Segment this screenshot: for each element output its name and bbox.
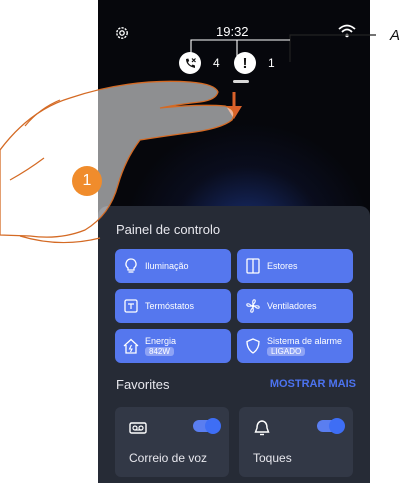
missed-call-icon [179, 52, 201, 74]
step-badge: 1 [72, 166, 102, 196]
control-panel-title: Painel de controlo [116, 222, 221, 237]
energy-button[interactable]: Energia 842W [115, 329, 231, 363]
energy-label: Energia [145, 336, 177, 346]
missed-calls-notification[interactable]: 4 [179, 52, 220, 74]
device-screen: 19:32 4 ! 1 Painel de controlo Iluminaçã… [98, 0, 370, 483]
pull-down-handle[interactable] [233, 80, 249, 83]
gear-icon[interactable] [114, 25, 130, 41]
shield-icon [245, 338, 261, 354]
arrow-down-icon [226, 92, 242, 119]
alarm-system-status: LIGADO [267, 347, 306, 356]
bulb-icon [123, 258, 139, 274]
voicemail-label: Correio de voz [129, 451, 208, 465]
alerts-notification[interactable]: ! 1 [234, 52, 275, 74]
energy-value: 842W [145, 347, 174, 356]
alert-icon: ! [234, 52, 256, 74]
energy-icon [123, 338, 139, 354]
missed-calls-count: 4 [213, 56, 220, 70]
alerts-count: 1 [268, 56, 275, 70]
wifi-icon [338, 24, 356, 38]
lighting-button[interactable]: Iluminação [115, 249, 231, 283]
ringtones-toggle[interactable] [317, 418, 345, 434]
callout-label-a: A [390, 27, 401, 44]
favorite-ringtones-card[interactable]: Toques [239, 407, 353, 477]
lighting-label: Iluminação [145, 261, 189, 271]
thermostats-label: Termóstatos [145, 301, 195, 311]
voicemail-toggle[interactable] [193, 418, 221, 434]
alarm-system-label: Sistema de alarme [267, 336, 343, 346]
voicemail-icon [129, 422, 147, 434]
favorite-voicemail-card[interactable]: Correio de voz [115, 407, 229, 477]
status-bar: 19:32 [98, 0, 370, 40]
fans-label: Ventiladores [267, 301, 317, 311]
show-more-link[interactable]: MOSTRAR MAIS [270, 378, 356, 390]
bell-icon [254, 420, 270, 436]
favorites-title: Favorites [116, 377, 170, 392]
fan-icon [245, 298, 261, 314]
shutters-button[interactable]: Estores [237, 249, 353, 283]
thermostat-icon [123, 298, 139, 314]
thermostats-button[interactable]: Termóstatos [115, 289, 231, 323]
fans-button[interactable]: Ventiladores [237, 289, 353, 323]
alarm-system-button[interactable]: Sistema de alarme LIGADO [237, 329, 353, 363]
control-panel: Painel de controlo Iluminação Estores Te… [98, 206, 370, 483]
shutter-icon [245, 258, 261, 274]
ringtones-label: Toques [253, 451, 292, 465]
shutters-label: Estores [267, 261, 298, 271]
clock: 19:32 [216, 24, 249, 39]
